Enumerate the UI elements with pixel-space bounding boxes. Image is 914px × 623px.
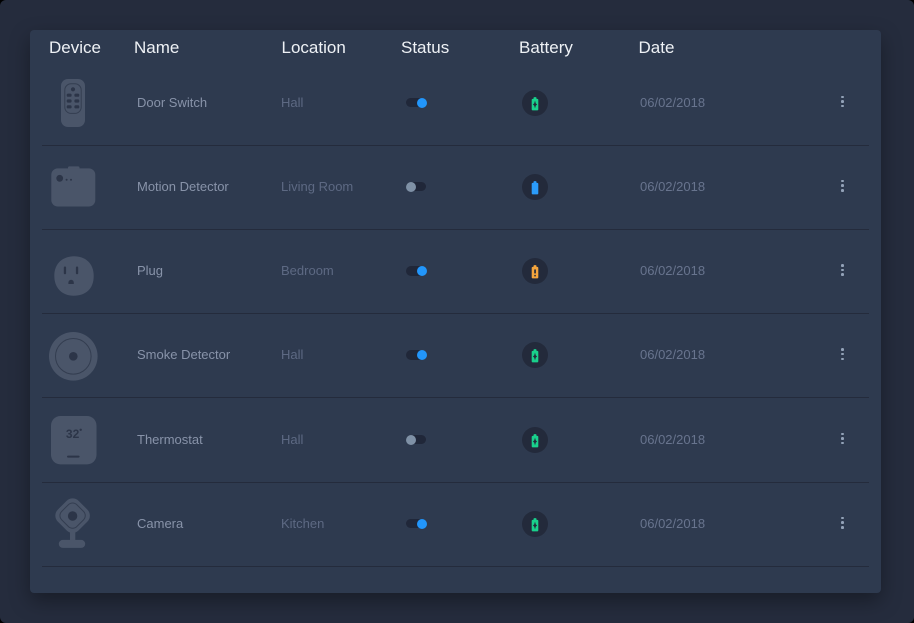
svg-text:32: 32	[66, 427, 80, 441]
